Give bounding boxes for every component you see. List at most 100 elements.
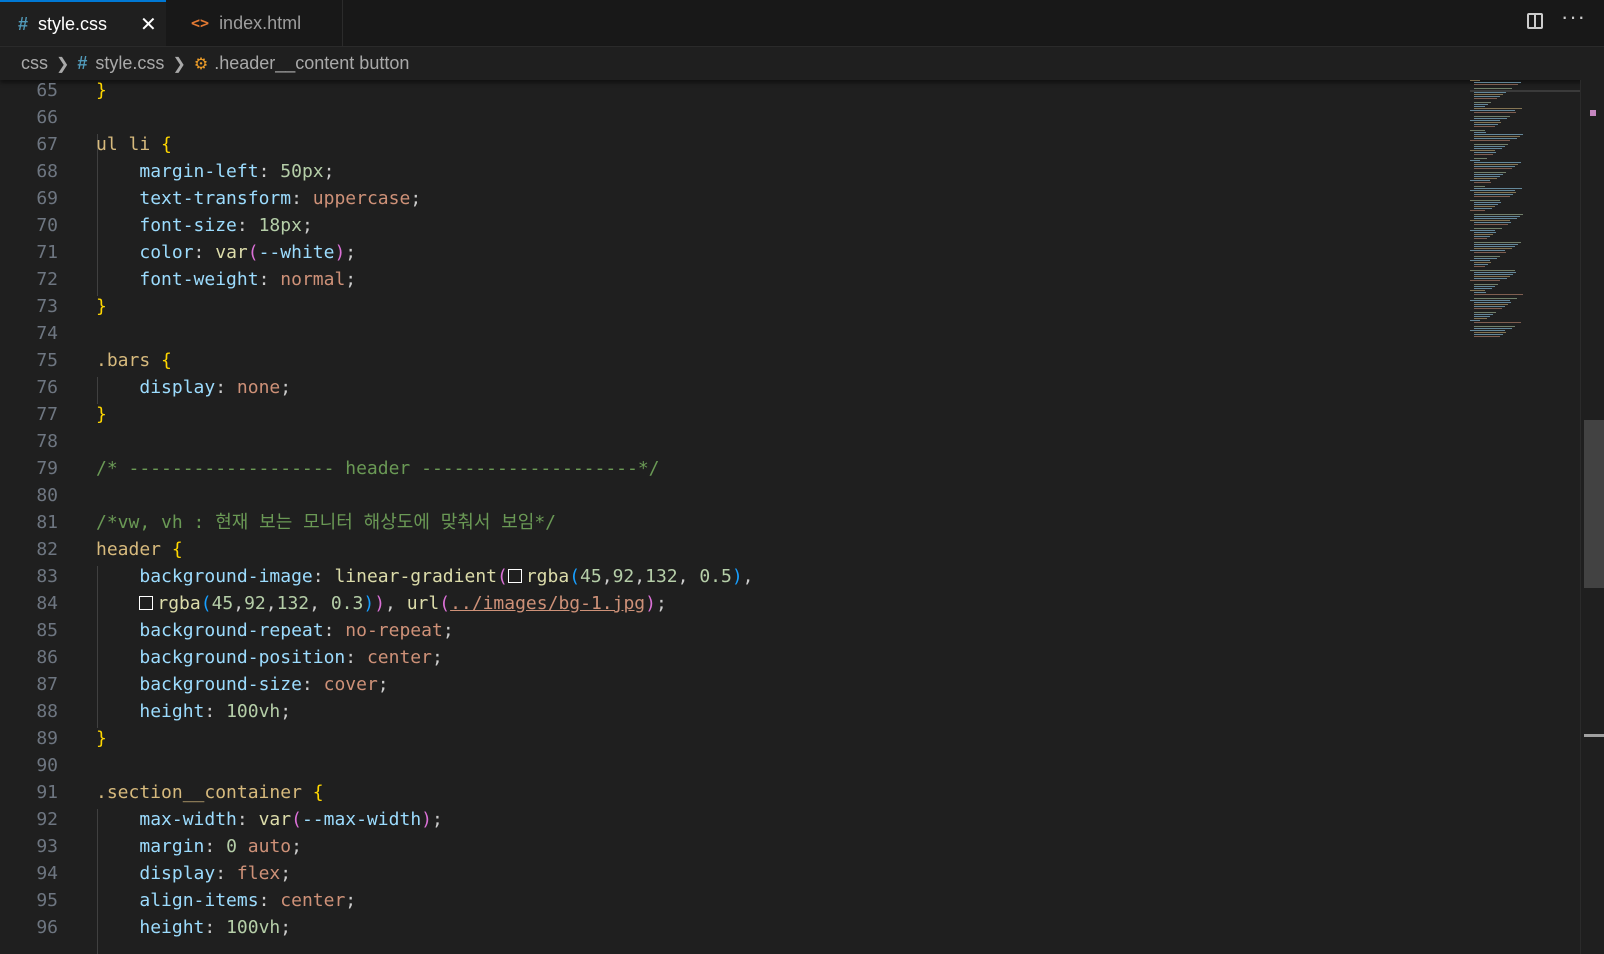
code-line[interactable]: 65} [0,80,1460,104]
code-text: } [96,293,107,320]
tab-index-html[interactable]: <> index.html [167,0,343,46]
code-line[interactable]: 88 height: 100vh; [0,698,1460,725]
code-line[interactable]: 70 font-size: 18px; [0,212,1460,239]
code-line[interactable]: 96 height: 100vh; [0,914,1460,941]
code-token: ; [280,701,292,722]
code-line[interactable]: 85 background-repeat: no-repeat; [0,617,1460,644]
code-token: /*vw, vh : 현재 보는 모니터 해상도에 맞춰서 보임*/ [96,512,557,533]
code-line[interactable]: 86 background-position: center; [0,644,1460,671]
code-token: align-items [139,890,259,911]
code-text: .section__container { [96,779,324,806]
code-token: rgba [157,593,201,614]
code-token: ; [345,242,357,263]
code-line[interactable]: 84 rgba(45,92,132, 0.3)), url(../images/… [0,590,1460,617]
line-number: 79 [36,458,58,479]
close-icon[interactable]: ✕ [140,12,157,37]
code-token: uppercase [312,188,411,209]
more-actions-icon[interactable]: ··· [1561,4,1586,30]
code-token: 18px [258,215,302,236]
color-swatch-icon[interactable] [507,569,522,583]
code-token: : [204,836,227,857]
code-token: 92 [244,593,266,614]
code-line[interactable]: 83 background-image: linear-gradient(rgb… [0,563,1460,590]
code-line[interactable]: 76 display: none; [0,374,1460,401]
code-line[interactable]: 82 header { [0,536,1460,563]
code-line[interactable]: 74 [0,320,1460,347]
code-token: cover [323,674,378,695]
code-line[interactable]: 80 [0,482,1460,509]
code-token: ( [497,566,508,587]
line-number: 77 [36,404,58,425]
code-editor[interactable]: 65} 66 67 ul li {68 margin-left: 50px; 69 te… [0,80,1604,954]
minimap-line [1474,194,1513,195]
code-token: var [215,242,248,263]
minimap-line [1474,182,1491,183]
minimap-line [1474,292,1486,293]
minimap-line [1474,208,1492,209]
line-number: 73 [36,296,58,317]
color-swatch-icon[interactable] [139,596,154,610]
minimap-line [1474,132,1486,133]
minimap[interactable] [1470,80,1580,350]
minimap-line [1474,134,1523,135]
code-token: { [161,350,172,371]
code-line[interactable]: 79 /* ------------------- header --------… [0,455,1460,482]
scrollbar-thumb[interactable] [1584,420,1604,588]
code-line[interactable]: 78 [0,428,1460,455]
code-line[interactable]: 92 max-width: var(--max-width); [0,806,1460,833]
code-text: height: 100vh; [96,914,291,941]
code-token: ; [291,836,302,857]
code-line[interactable]: 77} [0,401,1460,428]
code-token: ) [374,593,386,614]
code-line[interactable]: 68 margin-left: 50px; [0,158,1460,185]
code-line[interactable]: 91 .section__container { [0,779,1460,806]
code-line[interactable]: 69 text-transform: uppercase; [0,185,1460,212]
code-line[interactable]: 94 display: flex; [0,860,1460,887]
code-line[interactable]: 87 background-size: cover; [0,671,1460,698]
minimap-viewport [1470,90,1580,92]
code-token: : [215,377,237,398]
minimap-line [1474,202,1501,203]
minimap-line [1474,92,1506,93]
minimap-line [1474,124,1498,125]
minimap-line [1474,216,1520,217]
code-line[interactable]: 75 .bars { [0,347,1460,374]
minimap-line [1474,164,1518,165]
minimap-line [1474,214,1523,215]
breadcrumb-file[interactable]: style.css [95,53,164,74]
code-line[interactable]: 81 /*vw, vh : 현재 보는 모니터 해상도에 맞춰서 보임*/ [0,509,1460,536]
minimap-line [1470,160,1480,161]
code-line[interactable]: 93 margin: 0 auto; [0,833,1460,860]
code-line[interactable]: 66 [0,104,1460,131]
code-line[interactable]: 95 align-items: center; [0,887,1460,914]
code-text: color: var(--white); [96,239,356,266]
code-token: display [139,863,216,884]
code-token: : [204,701,227,722]
minimap-line [1470,120,1500,121]
code-line[interactable]: 67 ul li { [0,131,1460,158]
breadcrumb-symbol[interactable]: .header__content button [214,53,409,74]
code-token: rgba [525,566,570,587]
code-line[interactable]: 72 font-weight: normal; [0,266,1460,293]
code-token: ; [432,809,443,830]
code-line[interactable]: 71 color: var(--white); [0,239,1460,266]
minimap-line [1474,246,1515,247]
split-editor-icon[interactable] [1527,13,1543,29]
code-line[interactable]: 89} [0,725,1460,752]
code-line[interactable]: 73} [0,293,1460,320]
tab-style-css[interactable]: # style.css ✕ [0,0,166,46]
code-token: background-size [139,674,302,695]
code-text: } [96,725,107,752]
code-token: : [345,647,367,668]
minimap-line [1474,312,1496,313]
code-token: 50px [280,161,324,182]
breadcrumb-folder[interactable]: css [21,53,48,74]
code-line[interactable]: 90 [0,752,1460,779]
